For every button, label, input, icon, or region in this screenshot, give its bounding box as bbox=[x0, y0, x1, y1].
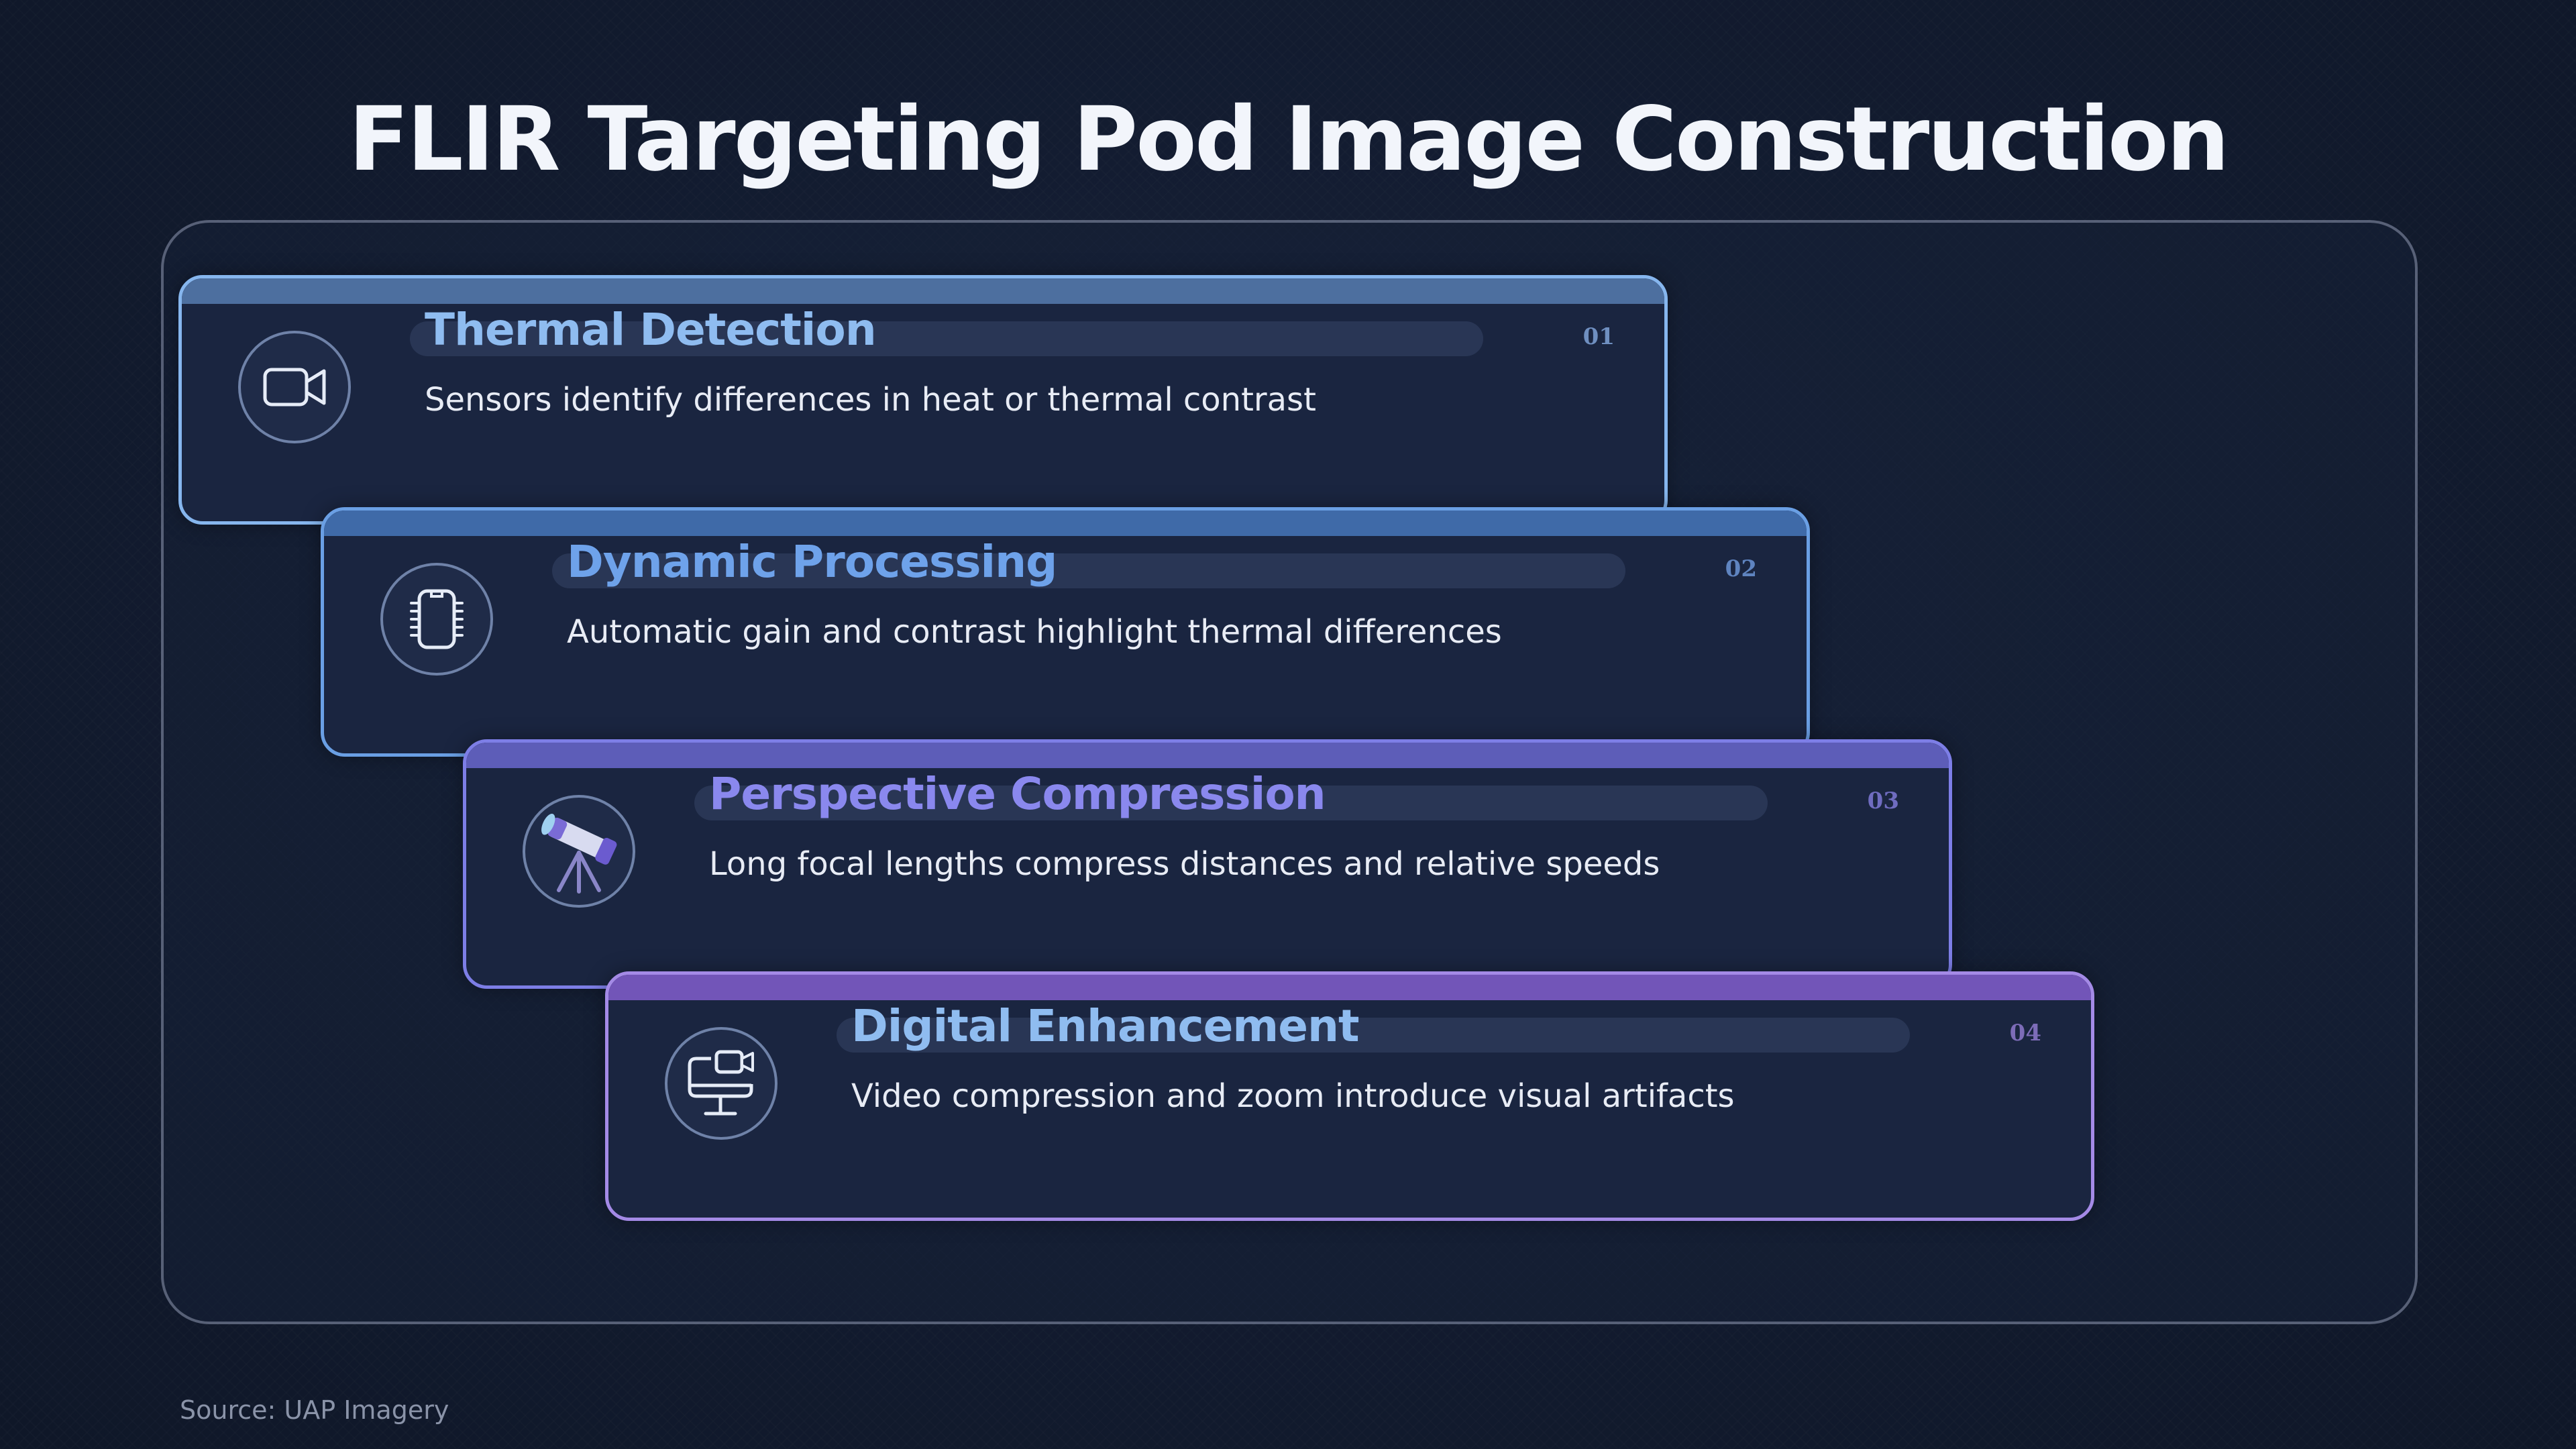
step-description: Long focal lengths compress distances an… bbox=[709, 845, 1660, 883]
step-card-topbar bbox=[324, 511, 1807, 536]
source-note: Source: UAP Imagery bbox=[180, 1395, 449, 1425]
step-number: 02 bbox=[1725, 555, 1757, 582]
page-title: FLIR Targeting Pod Image Construction bbox=[348, 88, 2229, 191]
step-card-dynamic-processing: Dynamic Processing Automatic gain and co… bbox=[321, 507, 1810, 757]
chip-icon bbox=[410, 589, 464, 649]
video-camera-icon bbox=[263, 368, 326, 407]
step-description: Automatic gain and contrast highlight th… bbox=[567, 613, 1502, 651]
step-card-perspective-compression: Perspective Compression Long focal lengt… bbox=[463, 739, 1952, 989]
step-card-thermal-detection: Thermal Detection Sensors identify diffe… bbox=[178, 275, 1668, 525]
step-number: 01 bbox=[1582, 323, 1615, 350]
step-icon-circle bbox=[665, 1027, 777, 1140]
slide: FLIR Targeting Pod Image Construction Th… bbox=[0, 0, 2576, 1449]
step-description: Video compression and zoom introduce vis… bbox=[851, 1077, 1735, 1115]
step-icon-circle bbox=[523, 795, 635, 908]
step-icon-circle bbox=[238, 331, 351, 443]
step-description: Sensors identify differences in heat or … bbox=[425, 381, 1316, 419]
step-heading: Dynamic Processing bbox=[567, 536, 1057, 588]
step-number: 04 bbox=[2009, 1020, 2041, 1046]
step-card-topbar bbox=[182, 278, 1664, 304]
step-heading: Thermal Detection bbox=[425, 304, 877, 356]
step-heading: Digital Enhancement bbox=[851, 1000, 1359, 1052]
telescope-icon bbox=[541, 814, 617, 894]
step-icon-circle bbox=[380, 563, 493, 676]
step-heading: Perspective Compression bbox=[709, 768, 1326, 820]
step-card-digital-enhancement: Digital Enhancement Video compression an… bbox=[605, 971, 2094, 1221]
step-number: 03 bbox=[1867, 788, 1899, 814]
monitor-camera-icon bbox=[688, 1050, 754, 1116]
